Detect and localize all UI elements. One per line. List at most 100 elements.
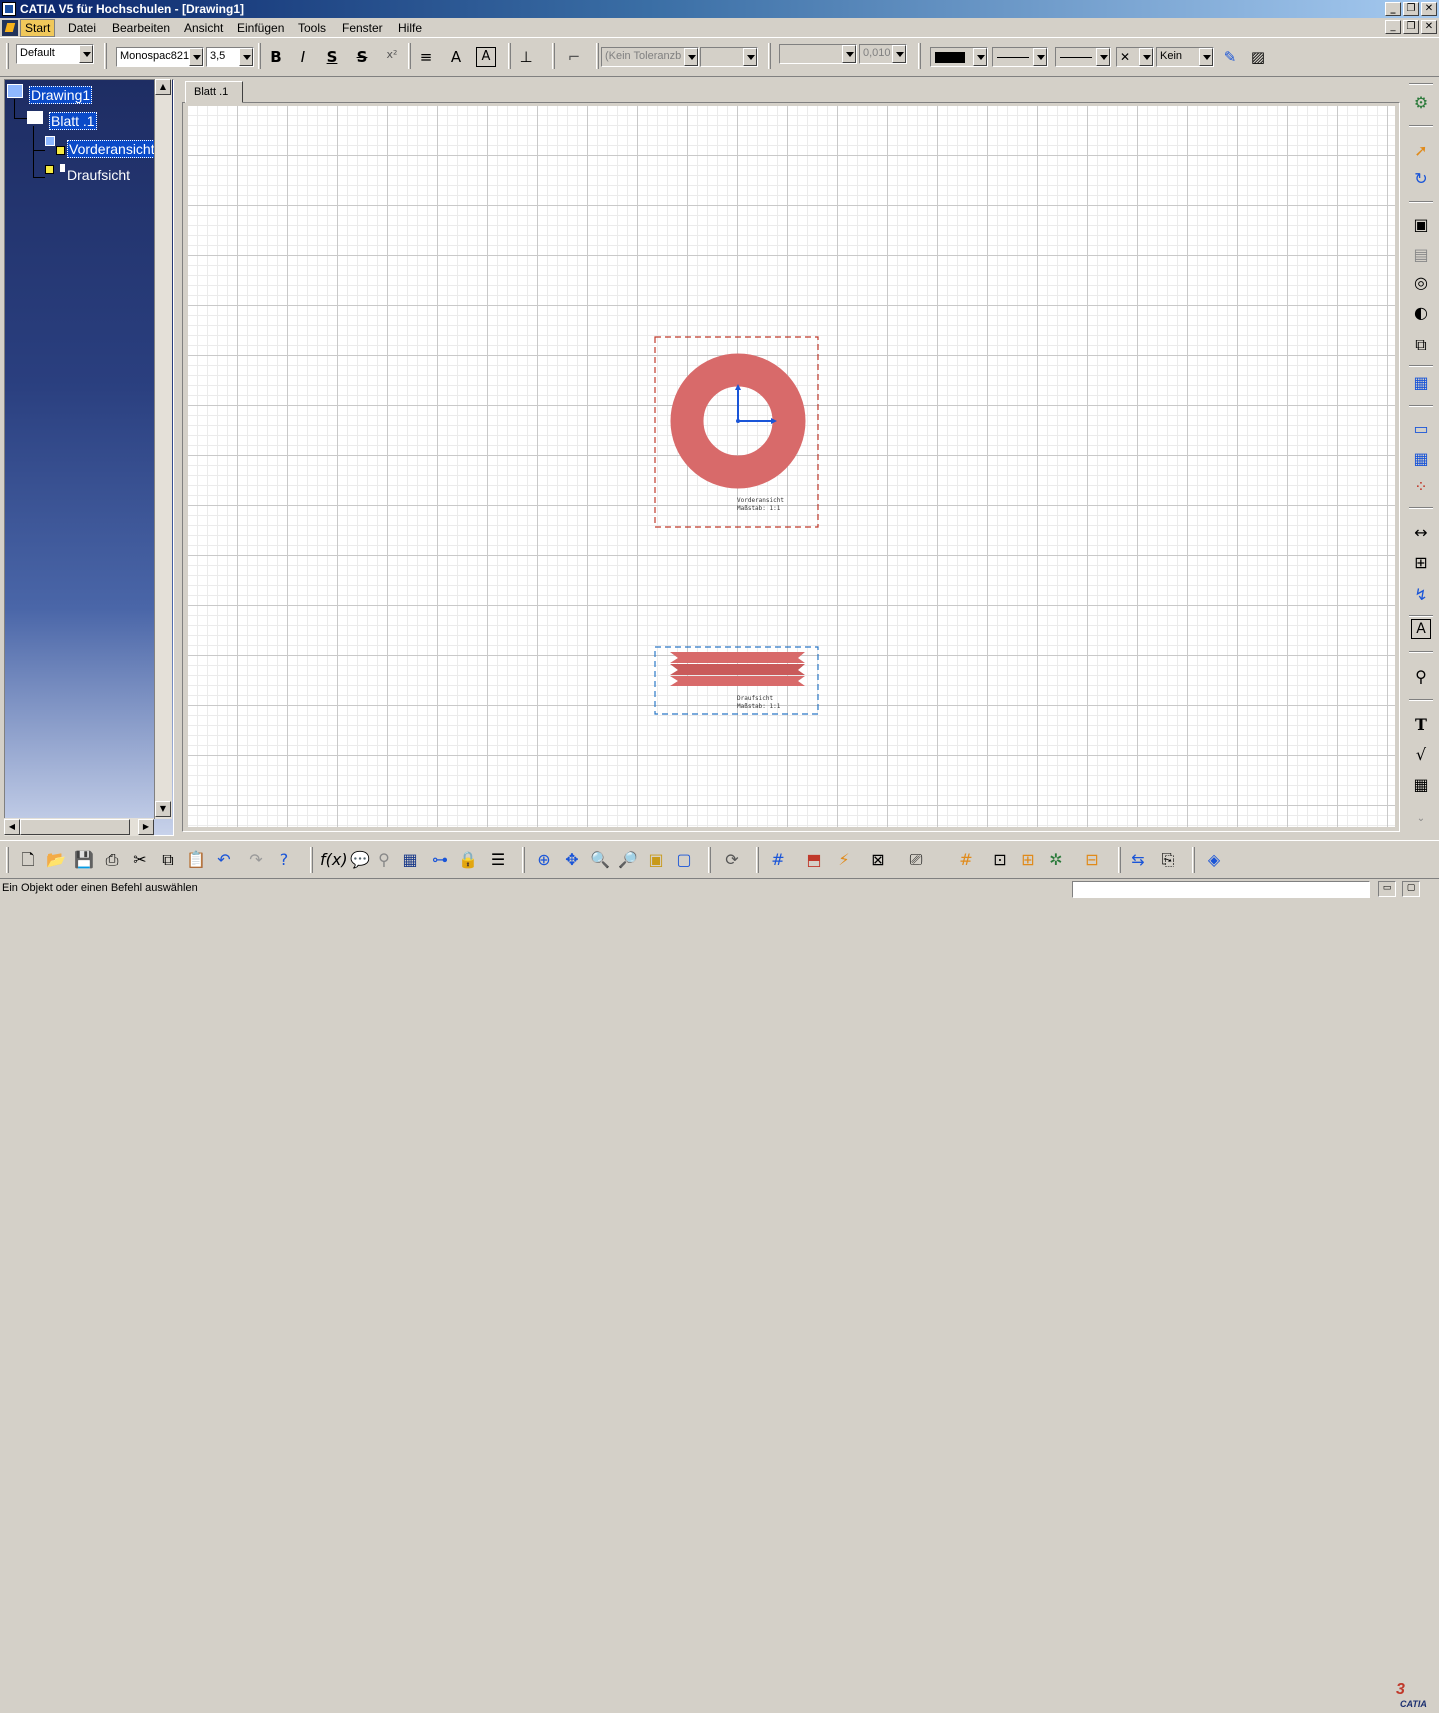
table-icon[interactable]: ▦	[1409, 773, 1433, 797]
italic-button[interactable]: I	[291, 45, 315, 69]
front-view-icon[interactable]	[45, 136, 55, 146]
toolbar-grip[interactable]	[552, 43, 555, 69]
list-icon[interactable]: ☰	[486, 848, 510, 872]
dimension-type-select[interactable]	[779, 44, 857, 64]
dimension-icon[interactable]: ↔	[1409, 521, 1433, 545]
chevron-down-icon[interactable]	[239, 48, 253, 66]
pan-icon[interactable]: ✥	[560, 848, 584, 872]
paste-icon[interactable]: 📋	[184, 848, 208, 872]
toolbar-grip[interactable]	[508, 43, 511, 69]
rotate-view-icon[interactable]: ↻	[1409, 167, 1433, 191]
toolbar-grip[interactable]	[756, 847, 759, 873]
new-file-icon[interactable]: 🗋	[16, 848, 40, 872]
point-symbol-select[interactable]: ✕	[1116, 47, 1154, 67]
top-view-label[interactable]: Draufsicht	[737, 695, 774, 702]
save-icon[interactable]: 💾	[72, 848, 96, 872]
formula-icon[interactable]: √	[1409, 743, 1433, 767]
toolbar-grip[interactable]	[768, 43, 771, 69]
toolbar-grip[interactable]	[708, 847, 711, 873]
tree-horizontal-scrollbar[interactable]: ◀ ▶	[4, 818, 154, 836]
chevron-down-icon[interactable]	[1096, 48, 1110, 66]
cut-icon[interactable]: ✂	[128, 848, 152, 872]
print-icon[interactable]: ⎙	[100, 848, 124, 872]
tree-node-top-view[interactable]: Draufsicht	[67, 167, 130, 183]
sheet-tab[interactable]: Blatt .1	[185, 81, 243, 103]
catia-menu-icon[interactable]	[2, 20, 18, 36]
lineweight-select[interactable]	[1055, 47, 1111, 67]
precision-select[interactable]: 0,010	[859, 44, 907, 64]
normal-view-icon[interactable]: ▣	[644, 848, 668, 872]
hatch-icon[interactable]: ▨	[1246, 45, 1270, 69]
hierarchy-icon[interactable]: ⊶	[428, 848, 452, 872]
snap-grid-icon[interactable]: #	[954, 848, 978, 872]
top-view-scale[interactable]: Maßstab: 1:1	[737, 703, 781, 710]
strikethrough-button[interactable]: S	[350, 45, 374, 69]
toolbar-grip[interactable]	[918, 43, 921, 69]
bold-button[interactable]: B	[264, 45, 288, 69]
toolbar-grip[interactable]	[6, 847, 9, 873]
create-window-icon[interactable]: ▢	[672, 848, 696, 872]
front-view[interactable]: Vorderansicht Maßstab: 1:1	[654, 336, 819, 528]
3d-view-icon[interactable]: ◈	[1202, 848, 1226, 872]
drawing-canvas[interactable]: Vorderansicht Maßstab: 1:1 Draufsicht Ma…	[188, 106, 1395, 827]
drawing-icon[interactable]	[7, 84, 23, 98]
menu-start[interactable]: Start	[20, 19, 56, 37]
pattern-select[interactable]: Kein	[1156, 47, 1214, 67]
tree-node-sheet[interactable]: Blatt .1	[49, 112, 97, 130]
detect-icon[interactable]: ⊞	[1016, 848, 1040, 872]
toolbar-grip[interactable]	[104, 43, 107, 69]
detail-view-icon[interactable]: ◎	[1409, 271, 1433, 295]
front-view-scale[interactable]: Maßstab: 1:1	[737, 505, 781, 512]
align-left-icon[interactable]: ≡	[414, 45, 438, 69]
datum-icon[interactable]: ↯	[1409, 583, 1433, 607]
toolbar-grip[interactable]	[1118, 847, 1121, 873]
wizard-icon[interactable]: ▦	[1409, 371, 1433, 395]
tolerance-select[interactable]: (Kein Toleranzb	[601, 47, 699, 67]
sheet-icon[interactable]	[27, 111, 43, 124]
redo-icon[interactable]: ↷	[244, 848, 268, 872]
scroll-thumb[interactable]	[20, 819, 130, 835]
chevron-down-icon[interactable]	[684, 48, 698, 66]
swap-icon[interactable]: ⇆	[1126, 848, 1150, 872]
section-view-icon[interactable]: ▤	[1409, 243, 1433, 267]
toolbar-grip[interactable]	[522, 847, 525, 873]
grid-icon[interactable]: #	[766, 848, 790, 872]
color-select[interactable]	[930, 47, 988, 67]
dimension-generation-icon[interactable]: ⊞	[1409, 551, 1433, 575]
stamp-icon[interactable]: ⎘	[1156, 848, 1180, 872]
tree-node-front-view[interactable]: Vorderansicht	[67, 140, 157, 158]
close-button[interactable]: ✕	[1421, 2, 1437, 16]
menu-tools[interactable]: Tools	[298, 21, 326, 35]
broken-view-icon[interactable]: ⧉	[1409, 333, 1433, 357]
toolbar-grip[interactable]	[596, 43, 599, 69]
help-icon[interactable]: ?	[272, 848, 296, 872]
magic-wand-icon[interactable]: ✲	[1044, 848, 1068, 872]
status-panel-icon[interactable]: ▢	[1402, 881, 1420, 897]
tree-node-drawing[interactable]: Drawing1	[29, 86, 93, 104]
chevron-down-icon[interactable]	[743, 48, 757, 66]
select-arrow-icon[interactable]: ➚	[1409, 139, 1433, 163]
undo-icon[interactable]: ↶	[212, 848, 236, 872]
chevron-down-icon[interactable]	[892, 45, 906, 63]
front-view-label[interactable]: Vorderansicht	[737, 497, 784, 504]
grid-tool-icon[interactable]: ▦	[1409, 447, 1433, 471]
filter-icon[interactable]: ⊠	[866, 848, 890, 872]
tree-vertical-scrollbar[interactable]: ▲ ▼	[154, 79, 172, 819]
toolbar-grip[interactable]	[310, 847, 313, 873]
chevron-down-icon[interactable]	[1199, 48, 1213, 66]
menu-ansicht[interactable]: Ansicht	[184, 21, 223, 35]
sketch-icon[interactable]: ⬒	[802, 848, 826, 872]
menu-einfuegen[interactable]: Einfügen	[237, 21, 284, 35]
lock-icon[interactable]: 🔒	[456, 848, 480, 872]
scroll-right-icon[interactable]: ▶	[138, 819, 154, 835]
text-box-icon[interactable]: A	[476, 47, 496, 67]
knowledge-icon[interactable]: 💬	[348, 848, 372, 872]
copy-icon[interactable]: ⧉	[156, 848, 180, 872]
zoom-in-icon[interactable]: 🔍	[588, 848, 612, 872]
restore-button[interactable]: ❐	[1403, 2, 1419, 16]
chevron-down-icon[interactable]	[842, 45, 856, 63]
chevron-down-icon[interactable]	[79, 45, 93, 63]
menu-hilfe[interactable]: Hilfe	[398, 21, 422, 35]
points-icon[interactable]: ⁘	[1409, 475, 1433, 499]
painter-icon[interactable]: ✎	[1218, 45, 1242, 69]
